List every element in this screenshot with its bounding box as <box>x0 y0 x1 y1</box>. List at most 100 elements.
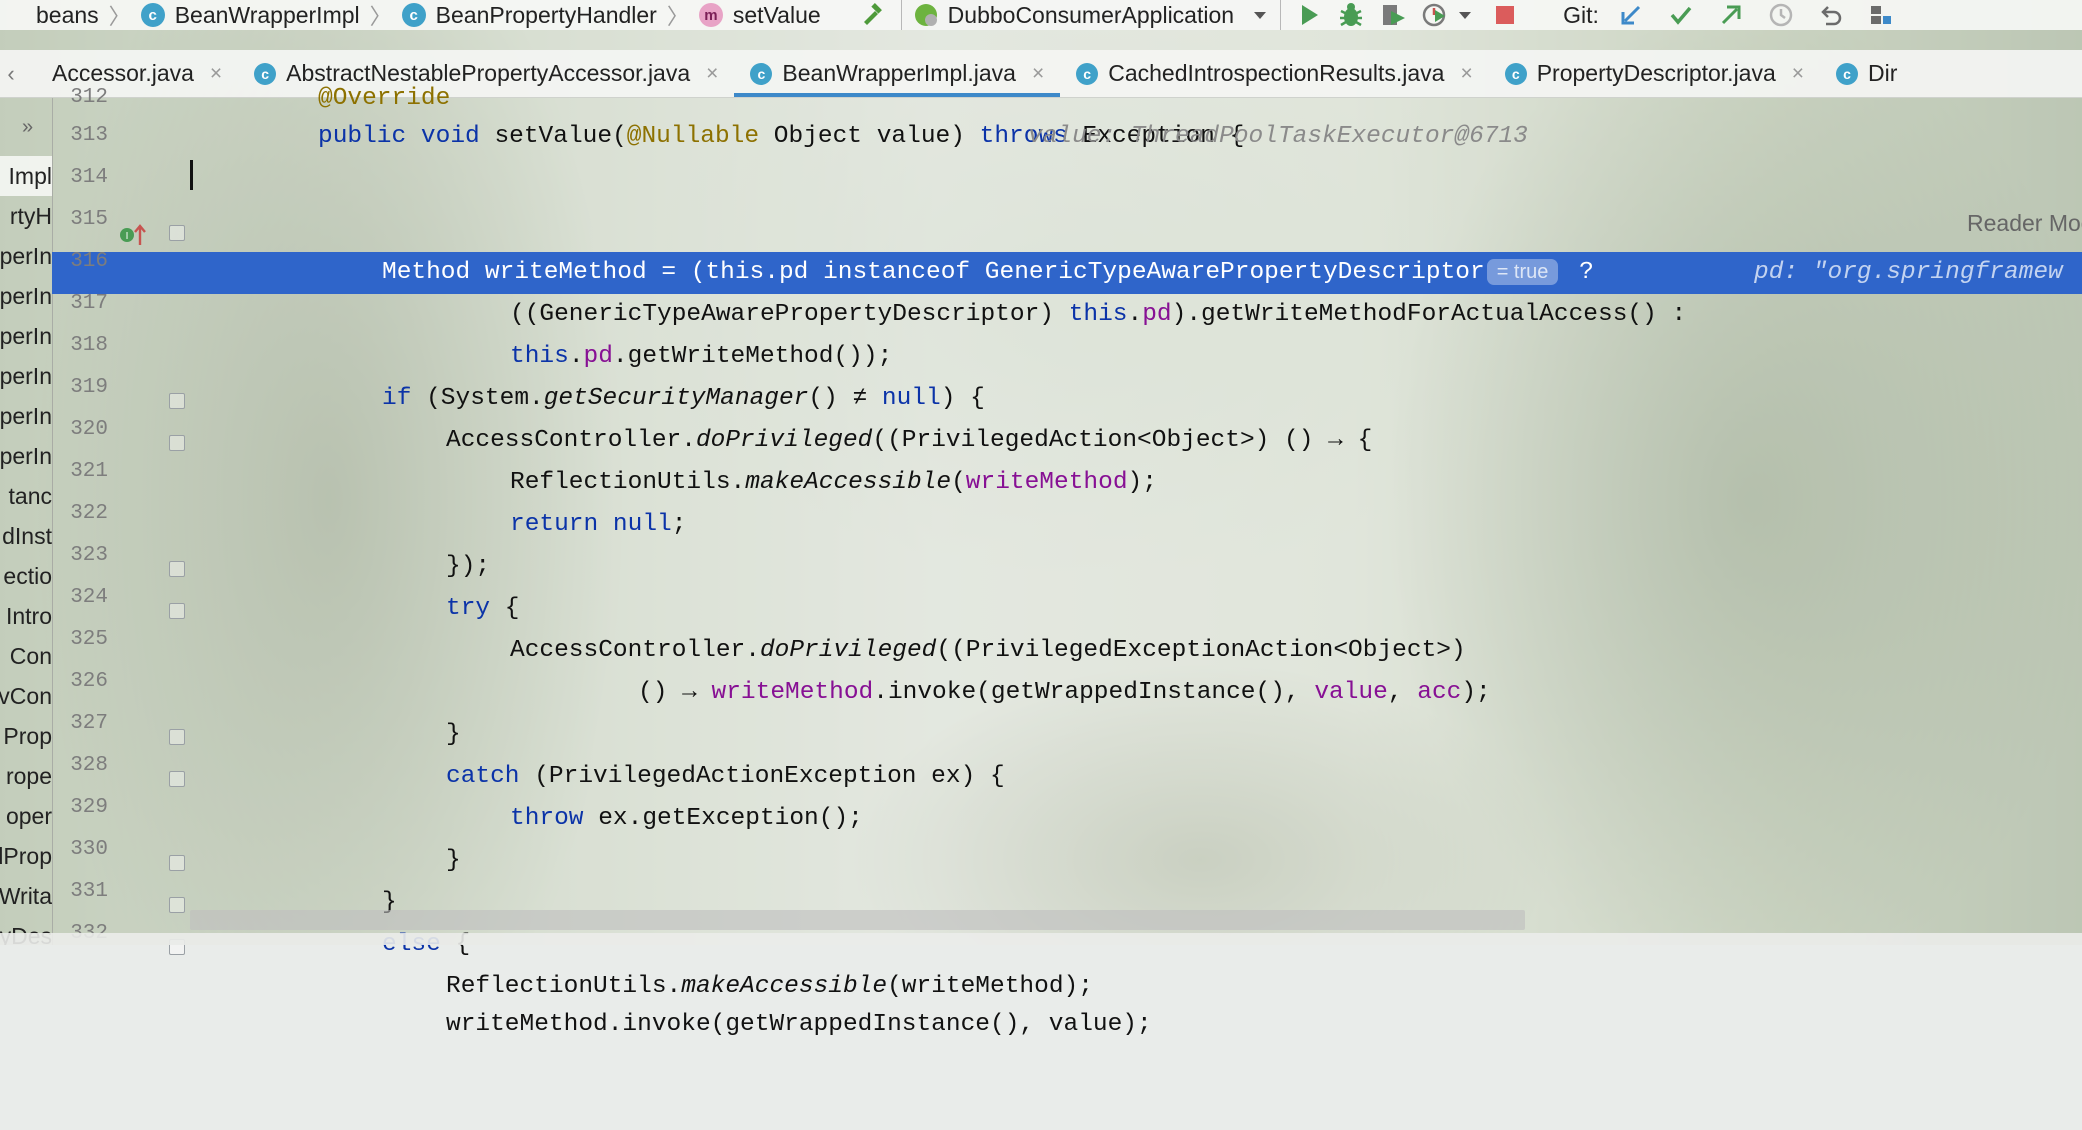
debug-icon[interactable] <box>1333 0 1369 30</box>
code-token: (writeMethod); <box>887 973 1093 1000</box>
run-configuration-label: DubboConsumerApplication <box>947 1 1235 28</box>
line-number: 316 <box>70 250 108 273</box>
debugger-inline-value: value: ThreadPoolTaskExecutor@6713 <box>1028 123 1528 150</box>
code-text: () → writeMethod.invoke(getWrappedInstan… <box>638 672 1491 714</box>
breadcrumb-separator: 〉 <box>108 4 131 29</box>
code-line: throw ex.getException(); <box>182 798 2082 840</box>
breadcrumb-label: beans <box>36 1 99 28</box>
code-line: writeMethod.invoke(getWrappedInstance(),… <box>182 1004 2082 1046</box>
code-text: ReflectionUtils.makeAccessible(writeMeth… <box>510 462 1157 504</box>
rollback-icon[interactable] <box>1813 0 1849 30</box>
project-item[interactable]: ectio <box>0 556 52 596</box>
status-bar-edge <box>0 933 2082 945</box>
editor-gutter[interactable]: 312 313 314 315 316 317 318 319 320 321 … <box>52 86 185 955</box>
code-line: AccessController.doPrivileged((Privilege… <box>182 630 2082 672</box>
expand-panel-icon[interactable]: » <box>22 116 33 139</box>
code-line: ((GenericTypeAwarePropertyDescriptor) th… <box>182 294 2082 336</box>
project-item[interactable]: Con <box>0 636 52 676</box>
code-token: .invoke(getWrappedInstance(), <box>873 679 1315 706</box>
reader-mode-toggle[interactable]: Reader Mode <box>1967 210 2082 237</box>
project-item[interactable]: dProp <box>0 836 52 876</box>
code-text: } <box>446 721 461 748</box>
project-item-label: perIn <box>0 442 52 469</box>
profile-icon[interactable] <box>1417 0 1453 30</box>
project-item[interactable]: Intro <box>0 596 52 636</box>
more-dropdown-icon[interactable] <box>1453 0 1477 30</box>
project-item[interactable]: perIn <box>0 396 52 436</box>
code-line: @Override <box>182 78 2082 120</box>
code-token: . <box>568 343 584 370</box>
project-item[interactable]: perIn <box>0 436 52 476</box>
code-token: AccessController. <box>510 637 760 664</box>
run-configuration-selector[interactable]: DubboConsumerApplication <box>900 0 1282 30</box>
line-number: 327 <box>70 712 108 735</box>
horizontal-scrollbar[interactable] <box>190 910 1525 930</box>
git-history-icon[interactable] <box>1763 0 1799 30</box>
code-line: () → writeMethod.invoke(getWrappedInstan… <box>182 672 2082 714</box>
breadcrumb-item-setvalue[interactable]: m setValue <box>693 2 827 29</box>
git-push-icon[interactable] <box>1713 0 1749 30</box>
keyword: if <box>382 385 412 412</box>
code-text: this.pd.getWriteMethod()); <box>510 336 892 378</box>
line-number: 329 <box>70 796 108 819</box>
project-item[interactable]: perIn <box>0 356 52 396</box>
project-item[interactable]: vCon <box>0 676 52 716</box>
code-text: ReflectionUtils.makeAccessible(writeMeth… <box>446 966 1093 1008</box>
code-line: ReflectionUtils.makeAccessible(writeMeth… <box>182 462 2082 504</box>
static-method: getSecurityManager <box>543 385 809 412</box>
git-commit-icon[interactable] <box>1663 0 1699 30</box>
project-item[interactable]: perIn <box>0 316 52 356</box>
keyword: null <box>881 385 941 412</box>
coverage-icon[interactable] <box>1375 0 1411 30</box>
stop-icon[interactable] <box>1487 0 1523 30</box>
project-item-label: perIn <box>0 322 52 349</box>
code-line: ReflectionUtils.makeAccessible(writeMeth… <box>182 966 2082 1008</box>
code-token: ReflectionUtils. <box>446 973 682 1000</box>
project-item-label: dProp <box>0 842 52 869</box>
tab-scroll-left-icon[interactable]: ‹ <box>0 50 22 97</box>
code-text: AccessController.doPrivileged((Privilege… <box>446 420 1372 462</box>
project-item[interactable]: rtyH <box>0 196 52 236</box>
project-item[interactable]: Writa <box>0 876 52 916</box>
code-token: ex.getException(); <box>583 805 863 832</box>
override-method-icon[interactable]: I <box>118 223 148 247</box>
run-icon[interactable] <box>1291 0 1327 30</box>
line-number: 319 <box>70 376 108 399</box>
structure-icon[interactable] <box>1863 0 1899 30</box>
project-item[interactable]: Impl <box>0 156 52 196</box>
project-item-label: perIn <box>0 242 52 269</box>
breadcrumb-item-beanwrapperimpl[interactable]: c BeanWrapperImpl <box>135 2 366 29</box>
breadcrumb-item-beans[interactable]: beans <box>0 2 105 29</box>
project-item[interactable]: dInst <box>0 516 52 556</box>
spring-boot-icon <box>914 4 937 26</box>
line-number: 328 <box>70 754 108 777</box>
captured-variable: writeMethod <box>965 469 1128 496</box>
git-label: Git: <box>1563 1 1599 28</box>
static-method: doPrivileged <box>695 427 873 454</box>
line-number: 321 <box>70 460 108 483</box>
breadcrumb-item-beanpropertyhandler[interactable]: c BeanPropertyHandler <box>396 2 663 29</box>
line-number: 320 <box>70 418 108 441</box>
project-item[interactable]: perIn <box>0 276 52 316</box>
project-item[interactable]: perIn <box>0 236 52 276</box>
line-number: 317 <box>70 292 108 315</box>
code-text: }); <box>446 553 491 580</box>
git-update-icon[interactable] <box>1613 0 1649 30</box>
code-token: ) { <box>940 385 985 412</box>
keyword: throw <box>510 805 584 832</box>
project-item[interactable]: tanc <box>0 476 52 516</box>
project-item[interactable]: Prop <box>0 716 52 756</box>
project-item[interactable]: oper <box>0 796 52 836</box>
project-item-label: Impl <box>8 162 52 189</box>
text-caret <box>190 160 193 190</box>
hammer-icon[interactable] <box>855 0 891 30</box>
code-text: @Override <box>318 85 451 112</box>
captured-variable: acc <box>1417 679 1462 706</box>
code-editor[interactable]: @Override public void setValue(@Nullable… <box>182 85 2082 1038</box>
code-token: (System. <box>411 385 544 412</box>
project-item[interactable]: rope <box>0 756 52 796</box>
code-line: if (System.getSecurityManager() ≠ null) … <box>182 378 2082 420</box>
project-item-label: oper <box>5 802 52 829</box>
project-item-label: dInst <box>2 522 52 549</box>
project-item-label: Intro <box>5 602 52 629</box>
